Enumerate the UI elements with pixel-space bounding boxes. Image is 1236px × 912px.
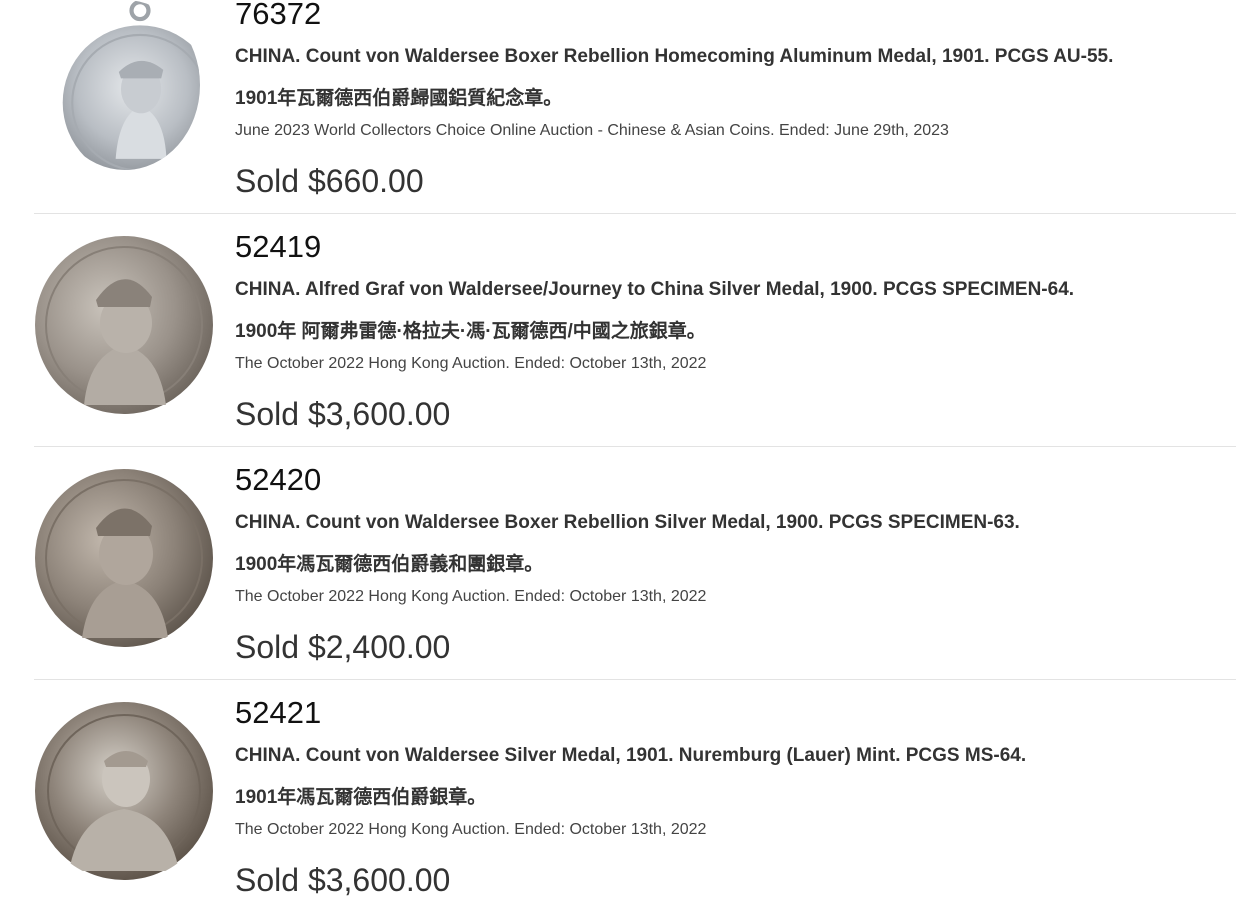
auction-link[interactable]: The October 2022 Hong Kong Auction. Ende… [235,354,706,374]
lot-number[interactable]: 52420 [235,462,321,498]
lot-number[interactable]: 76372 [235,0,321,32]
auction-link[interactable]: June 2023 World Collectors Choice Online… [235,121,949,141]
medal-image[interactable] [34,468,214,648]
lot-title[interactable]: CHINA. Count von Waldersee Boxer Rebelli… [235,511,1020,535]
lot-title-chinese: 1901年馮瓦爾德西伯爵銀章。 [235,787,487,808]
lot-title-chinese: 1900年 阿爾弗雷德·格拉夫·馮·瓦爾德西/中國之旅銀章。 [235,321,706,342]
medal-image[interactable] [50,0,200,170]
auction-link[interactable]: The October 2022 Hong Kong Auction. Ende… [235,820,706,840]
lot-item: 52419 CHINA. Alfred Graf von Waldersee/J… [34,213,1236,447]
sold-price: Sold $2,400.00 [235,629,451,665]
sold-price: Sold $660.00 [235,163,424,199]
lot-item: 76372 CHINA. Count von Waldersee Boxer R… [34,0,1236,214]
auction-link[interactable]: The October 2022 Hong Kong Auction. Ende… [235,587,706,607]
lot-title[interactable]: CHINA. Count von Waldersee Boxer Rebelli… [235,45,1113,69]
lot-number[interactable]: 52421 [235,695,321,731]
medal-image[interactable] [34,701,214,881]
sold-price: Sold $3,600.00 [235,862,451,898]
lot-title-chinese: 1901年瓦爾德西伯爵歸國鋁質紀念章。 [235,88,563,109]
lot-number[interactable]: 52419 [235,229,321,265]
sold-price: Sold $3,600.00 [235,396,451,432]
lot-item: 52421 CHINA. Count von Waldersee Silver … [34,679,1236,912]
medal-image[interactable] [34,235,214,415]
lot-title-chinese: 1900年馮瓦爾德西伯爵義和團銀章。 [235,554,544,575]
lot-item: 52420 CHINA. Count von Waldersee Boxer R… [34,446,1236,680]
lot-title[interactable]: CHINA. Count von Waldersee Silver Medal,… [235,744,1026,768]
lot-title[interactable]: CHINA. Alfred Graf von Waldersee/Journey… [235,278,1074,302]
